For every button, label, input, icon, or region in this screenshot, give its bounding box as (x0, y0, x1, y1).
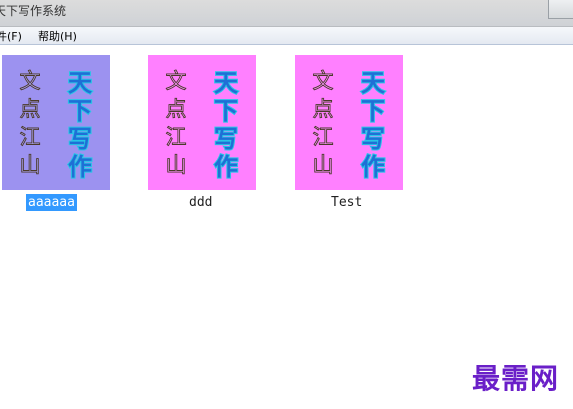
left-char: 山 (20, 153, 41, 177)
right-text-column: 天 下 写 作 (360, 68, 386, 182)
thumbnail-item[interactable]: 文 点 江 山 天 下 写 作 (2, 55, 110, 190)
menu-bar: 件(F) 帮助(H) (0, 27, 573, 45)
thumbnail-background (2, 55, 110, 190)
right-char: 作 (361, 153, 385, 181)
thumbnail-item[interactable]: 文 点 江 山 天 下 写 作 (148, 55, 256, 190)
left-char: 山 (313, 153, 334, 177)
right-char: 作 (68, 153, 92, 181)
left-char: 江 (166, 125, 187, 149)
right-text-column: 天 下 写 作 (67, 68, 93, 182)
left-char: 文 (166, 69, 187, 93)
left-char: 山 (166, 153, 187, 177)
thumbnail-background (295, 55, 403, 190)
right-char: 作 (214, 153, 238, 181)
left-char: 点 (166, 97, 187, 121)
right-char: 天 (361, 69, 385, 97)
right-char: 天 (68, 69, 92, 97)
thumbnail-image: 文 点 江 山 天 下 写 作 (148, 55, 256, 190)
right-char: 下 (68, 97, 92, 125)
thumbnail-background (148, 55, 256, 190)
thumbnail-item[interactable]: 文 点 江 山 天 下 写 作 (295, 55, 403, 190)
window-title: 天下写作系统 (0, 4, 67, 18)
left-char: 点 (313, 97, 334, 121)
left-char: 江 (313, 125, 334, 149)
menu-help[interactable]: 帮助(H) (38, 28, 77, 44)
right-char: 下 (361, 97, 385, 125)
title-bar: 天下写作系统 (0, 0, 573, 27)
watermark-logo: 最需网 (471, 362, 559, 395)
left-char: 文 (20, 69, 41, 93)
left-char: 江 (20, 125, 41, 149)
right-text-column: 天 下 写 作 (213, 68, 239, 182)
thumbnail-image: 文 点 江 山 天 下 写 作 (295, 55, 403, 190)
right-char: 写 (214, 125, 238, 153)
item-name-label[interactable]: Test (331, 194, 362, 211)
thumbnail-image: 文 点 江 山 天 下 写 作 (2, 55, 110, 190)
item-name-label[interactable]: ddd (189, 194, 212, 211)
left-char: 文 (313, 69, 334, 93)
right-char: 天 (214, 69, 238, 97)
item-name-label[interactable]: aaaaaa (26, 194, 77, 211)
menu-file[interactable]: 件(F) (0, 28, 22, 44)
right-char: 写 (68, 125, 92, 153)
window-control-button[interactable] (548, 0, 573, 19)
left-char: 点 (20, 97, 41, 121)
right-char: 写 (361, 125, 385, 153)
right-char: 下 (214, 97, 238, 125)
